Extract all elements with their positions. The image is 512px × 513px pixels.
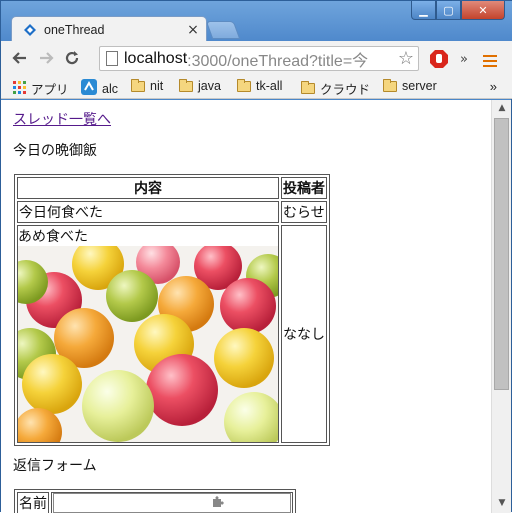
minimize-button[interactable]: ▁ (411, 1, 436, 20)
back-arrow-icon[interactable] (7, 45, 33, 71)
bookmarks-bar: アプリ alc nit java tk-all クラウド server » (1, 75, 512, 99)
tab-strip: oneThread × ▁ ▢ ✕ (1, 1, 512, 42)
folder-icon (131, 78, 145, 92)
bookmark-cloud[interactable]: クラウド (301, 79, 370, 98)
bookmark-nit[interactable]: nit (131, 78, 164, 93)
diamond-favicon-icon (22, 22, 38, 38)
post-content-cell: あめ食べた (17, 225, 279, 443)
post-content: あめ食べた (18, 229, 88, 245)
page-content: スレッド一覧へ 今日の晩御飯 内容 投稿者 今日何食べた むらせ あめ食べた な… (1, 100, 491, 513)
url-host: localhost (124, 49, 188, 67)
page-icon (106, 51, 118, 66)
scroll-up-arrow-icon[interactable]: ▲ (492, 100, 512, 116)
bookmark-label: tk-all (256, 79, 283, 93)
thread-list-link[interactable]: スレッド一覧へ (13, 112, 111, 128)
bookmark-label: java (198, 79, 221, 93)
bookmark-server[interactable]: server (383, 78, 437, 93)
folder-icon (383, 78, 397, 92)
tab-onethread[interactable]: oneThread × (11, 16, 207, 42)
folder-icon (301, 81, 315, 94)
hamburger-menu-icon[interactable] (483, 52, 497, 70)
bookmark-tk-all[interactable]: tk-all (237, 78, 283, 93)
new-tab-button[interactable] (205, 21, 241, 39)
bookmark-apps[interactable]: アプリ (13, 79, 69, 98)
puzzle-icon (213, 496, 224, 507)
url-path: :3000/oneThread?title=今 (187, 52, 369, 70)
bookmark-alc[interactable]: alc (81, 79, 118, 98)
forward-arrow-icon[interactable] (33, 45, 59, 71)
stop-extension-icon[interactable] (429, 49, 449, 69)
bookmark-label: nit (150, 79, 164, 93)
apps-grid-icon (13, 80, 26, 97)
bookmark-label: クラウド (320, 83, 371, 97)
thread-title: 今日の晩御飯 (13, 143, 97, 159)
reply-form: 名前 (14, 489, 296, 513)
scroll-down-arrow-icon[interactable]: ▼ (492, 495, 512, 511)
folder-icon (237, 78, 251, 92)
name-input[interactable] (53, 493, 291, 513)
address-bar[interactable]: localhost:3000/oneThread?title=今 (99, 46, 419, 71)
close-window-button[interactable]: ✕ (461, 1, 505, 20)
thread-table: 内容 投稿者 今日何食べた むらせ あめ食べた ななし (14, 174, 330, 446)
candy-photo (18, 246, 278, 442)
more-extensions-button[interactable]: » (460, 52, 468, 67)
bookmark-java[interactable]: java (179, 78, 221, 93)
reload-icon[interactable] (59, 45, 85, 71)
name-label: 名前 (17, 492, 49, 513)
post-author: むらせ (281, 201, 327, 223)
alc-icon (81, 79, 97, 98)
maximize-button[interactable]: ▢ (436, 1, 461, 20)
bookmarks-more-button[interactable]: » (490, 79, 497, 94)
window-controls: ▁ ▢ ✕ (411, 1, 505, 21)
table-header-row: 内容 投稿者 (17, 177, 327, 199)
vertical-scrollbar[interactable]: ▲ ▼ (491, 100, 511, 513)
tab-close-icon[interactable]: × (186, 22, 200, 38)
post-content: 今日何食べた (17, 201, 279, 223)
browser-window: oneThread × ▁ ▢ ✕ localhost:3000/oneThre… (0, 0, 512, 513)
folder-icon (179, 78, 193, 92)
bookmark-star-icon[interactable]: ☆ (395, 48, 417, 69)
post-author: ななし (281, 225, 327, 443)
bookmark-label: server (402, 79, 437, 93)
table-row: あめ食べた ななし (17, 225, 327, 443)
reply-form-title: 返信フォーム (13, 458, 97, 474)
table-row: 今日何食べた むらせ (17, 201, 327, 223)
column-header-content: 内容 (17, 177, 279, 199)
form-row-name: 名前 (17, 492, 293, 513)
bookmark-label: アプリ (31, 83, 69, 97)
tab-title: oneThread (44, 22, 105, 37)
bookmark-label: alc (102, 81, 118, 96)
scrollbar-thumb[interactable] (494, 118, 509, 390)
column-header-author: 投稿者 (281, 177, 327, 199)
